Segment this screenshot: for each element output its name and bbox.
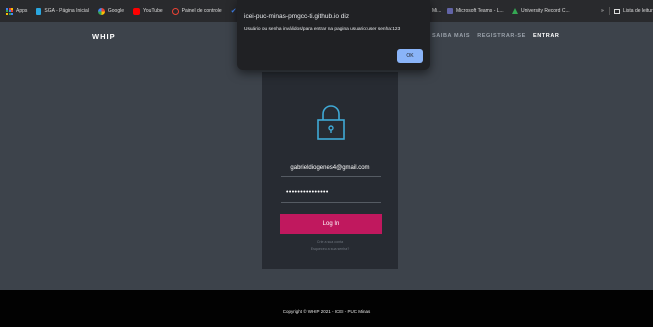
password-field[interactable]: •••••••••••••••: [286, 189, 329, 196]
site-logo[interactable]: WHIP: [92, 32, 116, 41]
bookmarks-divider: [609, 7, 610, 15]
forgot-password-link[interactable]: Esqueceu a sua senha?: [262, 247, 398, 251]
bookmark-label: Apps: [16, 8, 28, 14]
youtube-icon: [133, 7, 140, 15]
drive-icon: [512, 8, 518, 14]
email-field[interactable]: gabrieldiogenes4@gmail.com: [262, 165, 398, 171]
bookmark-teams[interactable]: Microsoft Teams - L...: [447, 0, 504, 22]
apps-grid-icon: [6, 7, 13, 15]
password-underline: [281, 202, 381, 203]
bookmark-label: Painel de controle: [181, 8, 222, 14]
bookmark-partial[interactable]: Mi...: [432, 0, 441, 22]
sga-icon: [36, 7, 42, 15]
dashboard-icon: [171, 7, 179, 15]
nav-link-saiba-mais[interactable]: SAIBA MAIS: [432, 33, 470, 39]
reading-list[interactable]: Lista de leitur: [614, 0, 653, 22]
bookmark-google[interactable]: Google: [97, 7, 124, 15]
check-icon: ✔: [230, 8, 237, 15]
nav-link-entrar[interactable]: ENTRAR: [533, 33, 560, 39]
bookmark-youtube[interactable]: YouTube: [133, 7, 163, 15]
bookmark-label: SGA - Página Inicial: [44, 8, 89, 14]
more-bookmarks-button[interactable]: »: [601, 0, 604, 22]
bookmark-sga[interactable]: SGA - Página Inicial: [36, 7, 89, 15]
google-icon: [97, 7, 105, 15]
create-account-link[interactable]: Crie a sua conta: [262, 240, 398, 244]
bookmark-apps[interactable]: Apps: [6, 7, 28, 15]
dialog-message: Usuário ou senha inválidos/para entrar n…: [244, 27, 401, 32]
reading-list-icon: [614, 8, 620, 14]
footer: Copyright © WHIP 2021 - ICEI - PUC Minas: [0, 290, 653, 327]
lock-icon: [317, 105, 345, 140]
email-underline: [281, 176, 381, 177]
teams-icon: [447, 8, 453, 14]
bookmark-dashboard[interactable]: Painel de controle: [171, 7, 222, 15]
bookmark-check[interactable]: ✔: [231, 7, 237, 15]
nav-link-registrar[interactable]: REGISTRAR-SE: [477, 33, 526, 39]
dialog-ok-button[interactable]: OK: [397, 49, 423, 63]
nav-links: SAIBA MAIS REGISTRAR-SE ENTRAR: [432, 33, 559, 39]
bookmark-university[interactable]: University Record C...: [512, 0, 570, 22]
bookmark-label: Google: [107, 8, 124, 14]
login-button[interactable]: Log In: [280, 214, 382, 234]
copyright-text: Copyright © WHIP 2021 - ICEI - PUC Minas: [282, 309, 371, 314]
bookmark-label: YouTube: [143, 8, 163, 14]
dialog-title: icei-puc-minas-pmgcc-ti.github.io diz: [244, 13, 350, 20]
